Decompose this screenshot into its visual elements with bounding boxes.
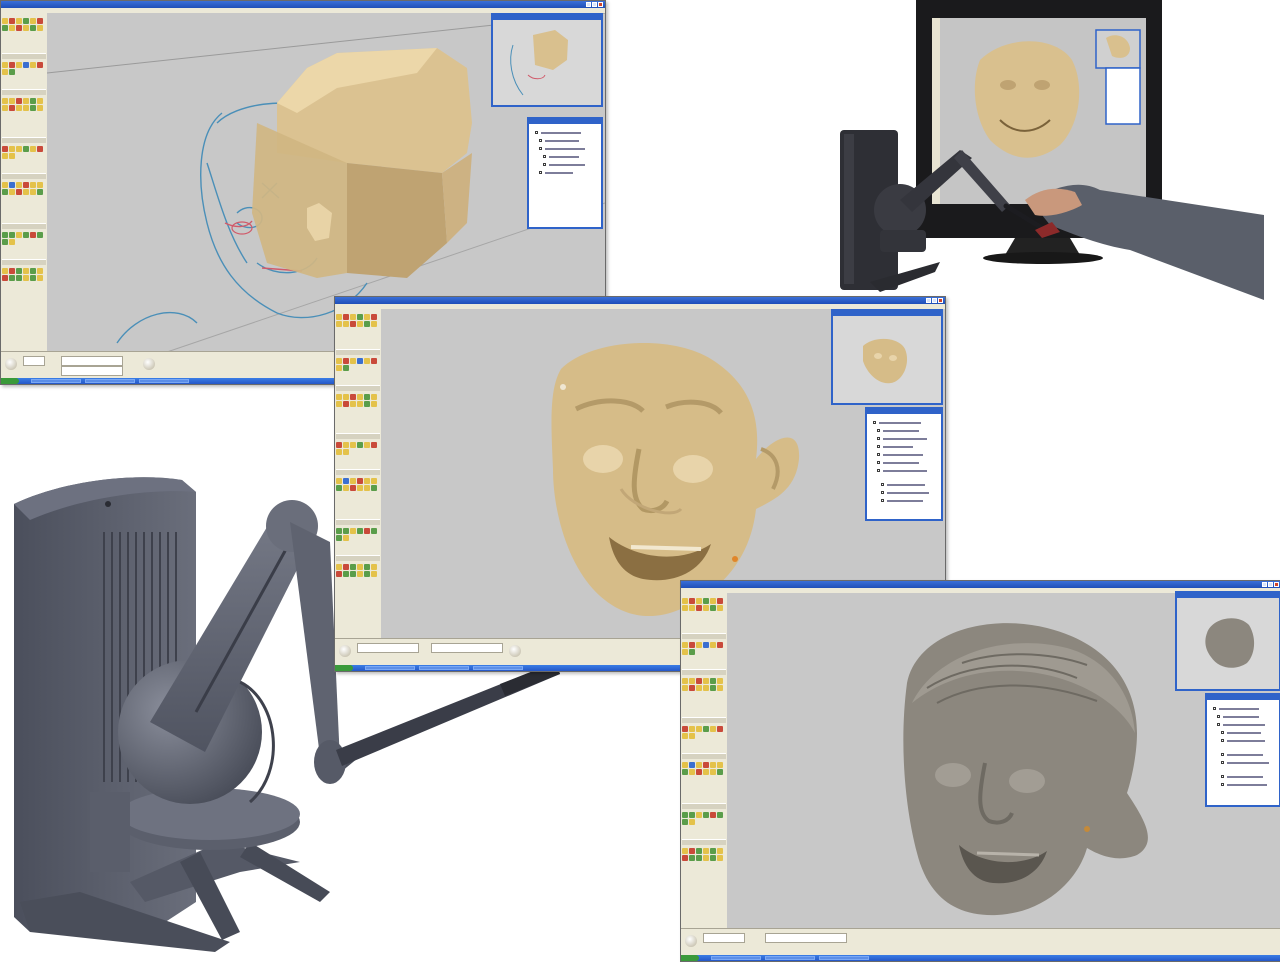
sphere-icon [339,645,351,657]
screen-face [974,41,1080,158]
status-field [61,366,123,376]
navigator-thumbnail [863,338,908,384]
screenshot-gray-head [680,580,1280,962]
status-field [23,356,45,366]
sphere-icon [685,935,697,947]
sphere-icon [143,358,155,370]
start-button[interactable] [335,665,353,671]
navigator-panel[interactable] [831,309,943,405]
monitor-scene [840,0,1264,300]
navigator-thumbnail [1205,618,1255,668]
sphere-icon [5,358,17,370]
status-field [61,356,123,366]
layers-tree-panel[interactable] [527,117,603,229]
layers-tree-panel[interactable] [865,407,943,521]
tool-palette [335,309,382,639]
navigator-panel[interactable] [1175,591,1280,691]
status-field [703,933,745,943]
title-bar [335,297,945,304]
taskbar [681,955,1280,961]
tool-palette [681,593,728,929]
blockout-head [231,48,472,278]
status-bar [681,928,1280,955]
close-button[interactable] [598,2,603,7]
tool-palette [1,13,48,352]
status-field [431,643,503,653]
title-bar [681,581,1280,588]
device-arm-upper [290,522,340,772]
start-button[interactable] [1,378,19,384]
status-field [357,643,419,653]
close-button[interactable] [1274,582,1279,587]
layers-tree-panel[interactable] [1205,693,1280,807]
start-button[interactable] [681,955,699,961]
status-field [765,933,847,943]
navigator-panel[interactable] [491,13,603,107]
monitor-photo [830,0,1264,316]
sphere-icon [509,645,521,657]
title-bar [1,1,605,8]
navigator-thumbnail [510,30,568,96]
close-button[interactable] [938,298,943,303]
